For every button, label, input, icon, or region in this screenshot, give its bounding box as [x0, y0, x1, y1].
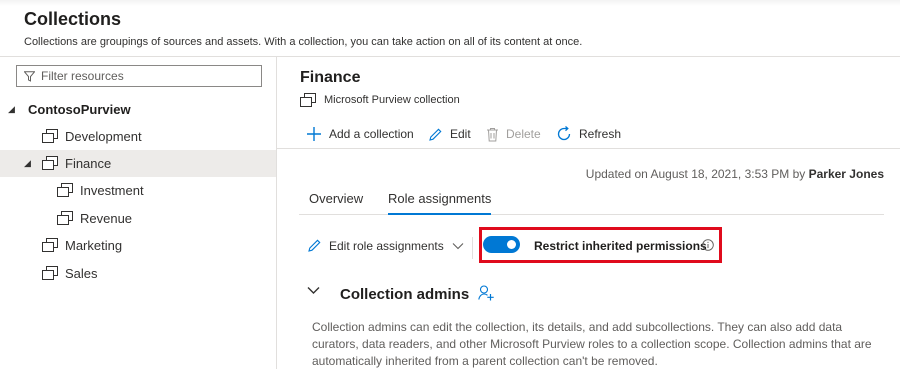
collection-type-label: Microsoft Purview collection [324, 94, 460, 106]
toolbar-divider [472, 237, 473, 259]
tree-item-label: Marketing [65, 238, 123, 253]
tree-item-label: Finance [65, 156, 112, 171]
page-title: Collections [24, 9, 122, 29]
pencil-icon [308, 239, 321, 252]
tree-item-label: Revenue [80, 211, 133, 226]
tree-item-label: Development [65, 129, 142, 144]
tree-item-label: Sales [65, 266, 98, 281]
add-collection-label: Add a collection [329, 127, 414, 141]
collection-icon [300, 93, 316, 107]
collection-name: Finance [300, 69, 361, 86]
tree-item-label: ContosoPurview [28, 102, 131, 117]
updated-text: Updated on August 18, 2021, 3:53 PM by [585, 167, 809, 181]
tree-item-label: Investment [80, 183, 144, 198]
tree-item-marketing[interactable]: Marketing [0, 232, 276, 259]
tree-item-finance[interactable]: ◢ Finance [0, 150, 276, 177]
collection-icon [57, 211, 73, 225]
refresh-button[interactable]: Refresh [556, 124, 621, 144]
last-updated: Updated on August 18, 2021, 3:53 PM by P… [586, 167, 884, 181]
detail-tabs: Overview Role assignments [299, 187, 884, 215]
edit-role-assignments-label: Edit role assignments [329, 238, 444, 253]
add-collection-button[interactable]: Add a collection [306, 124, 414, 144]
caret-down-icon[interactable]: ◢ [8, 104, 15, 115]
caret-down-icon[interactable]: ◢ [24, 158, 31, 169]
updated-by: Parker Jones [808, 167, 884, 181]
trash-icon [487, 127, 498, 141]
command-bar: Add a collection Edit Delete Refresh [277, 119, 900, 149]
collection-icon [42, 238, 58, 252]
restrict-inherited-permissions-toggle[interactable] [483, 236, 520, 253]
edit-role-assignments-button[interactable]: Edit role assignments [307, 238, 464, 253]
pencil-icon [429, 128, 442, 141]
collection-icon [42, 156, 58, 170]
filter-input[interactable] [41, 69, 251, 83]
delete-button[interactable]: Delete [486, 124, 541, 144]
tab-role-assignments[interactable]: Role assignments [388, 191, 492, 215]
chevron-down-icon [452, 242, 464, 249]
tree-item-contosopurview[interactable]: ◢ ContosoPurview [0, 96, 276, 123]
restrict-inherited-permissions-label: Restrict inherited permissions [534, 239, 707, 253]
collection-admins-collapse[interactable] [307, 286, 320, 295]
info-icon[interactable] [702, 239, 714, 251]
collection-type: Microsoft Purview collection [300, 93, 460, 107]
collection-admins-description: Collection admins can edit the collectio… [312, 320, 872, 368]
collection-icon [42, 129, 58, 143]
edit-button[interactable]: Edit [428, 124, 471, 144]
refresh-label: Refresh [579, 127, 622, 141]
edit-label: Edit [450, 127, 471, 141]
tree-item-revenue[interactable]: Revenue [0, 205, 276, 232]
collections-sidebar: ◢ ContosoPurview Development ◢ Finance I… [0, 57, 277, 369]
plus-icon [307, 127, 321, 141]
page-subtitle: Collections are groupings of sources and… [24, 36, 583, 48]
chevron-down-icon[interactable] [307, 286, 320, 295]
tree-item-investment[interactable]: Investment [0, 177, 276, 204]
collection-icon [42, 266, 58, 280]
tab-overview[interactable]: Overview [309, 191, 363, 206]
page-header: Collections Collections are groupings of… [0, 0, 900, 57]
filter-icon [24, 70, 35, 82]
filter-box[interactable] [16, 65, 262, 87]
collection-detail-panel: Finance Microsoft Purview collection Add… [277, 57, 900, 369]
add-user-icon[interactable] [478, 285, 495, 301]
tree-item-sales[interactable]: Sales [0, 260, 276, 287]
delete-label: Delete [506, 127, 541, 141]
toggle-knob [507, 240, 516, 249]
tree-item-development[interactable]: Development [0, 123, 276, 150]
refresh-icon [557, 126, 571, 141]
collection-icon [57, 183, 73, 197]
collection-admins-title: Collection admins [340, 286, 470, 303]
